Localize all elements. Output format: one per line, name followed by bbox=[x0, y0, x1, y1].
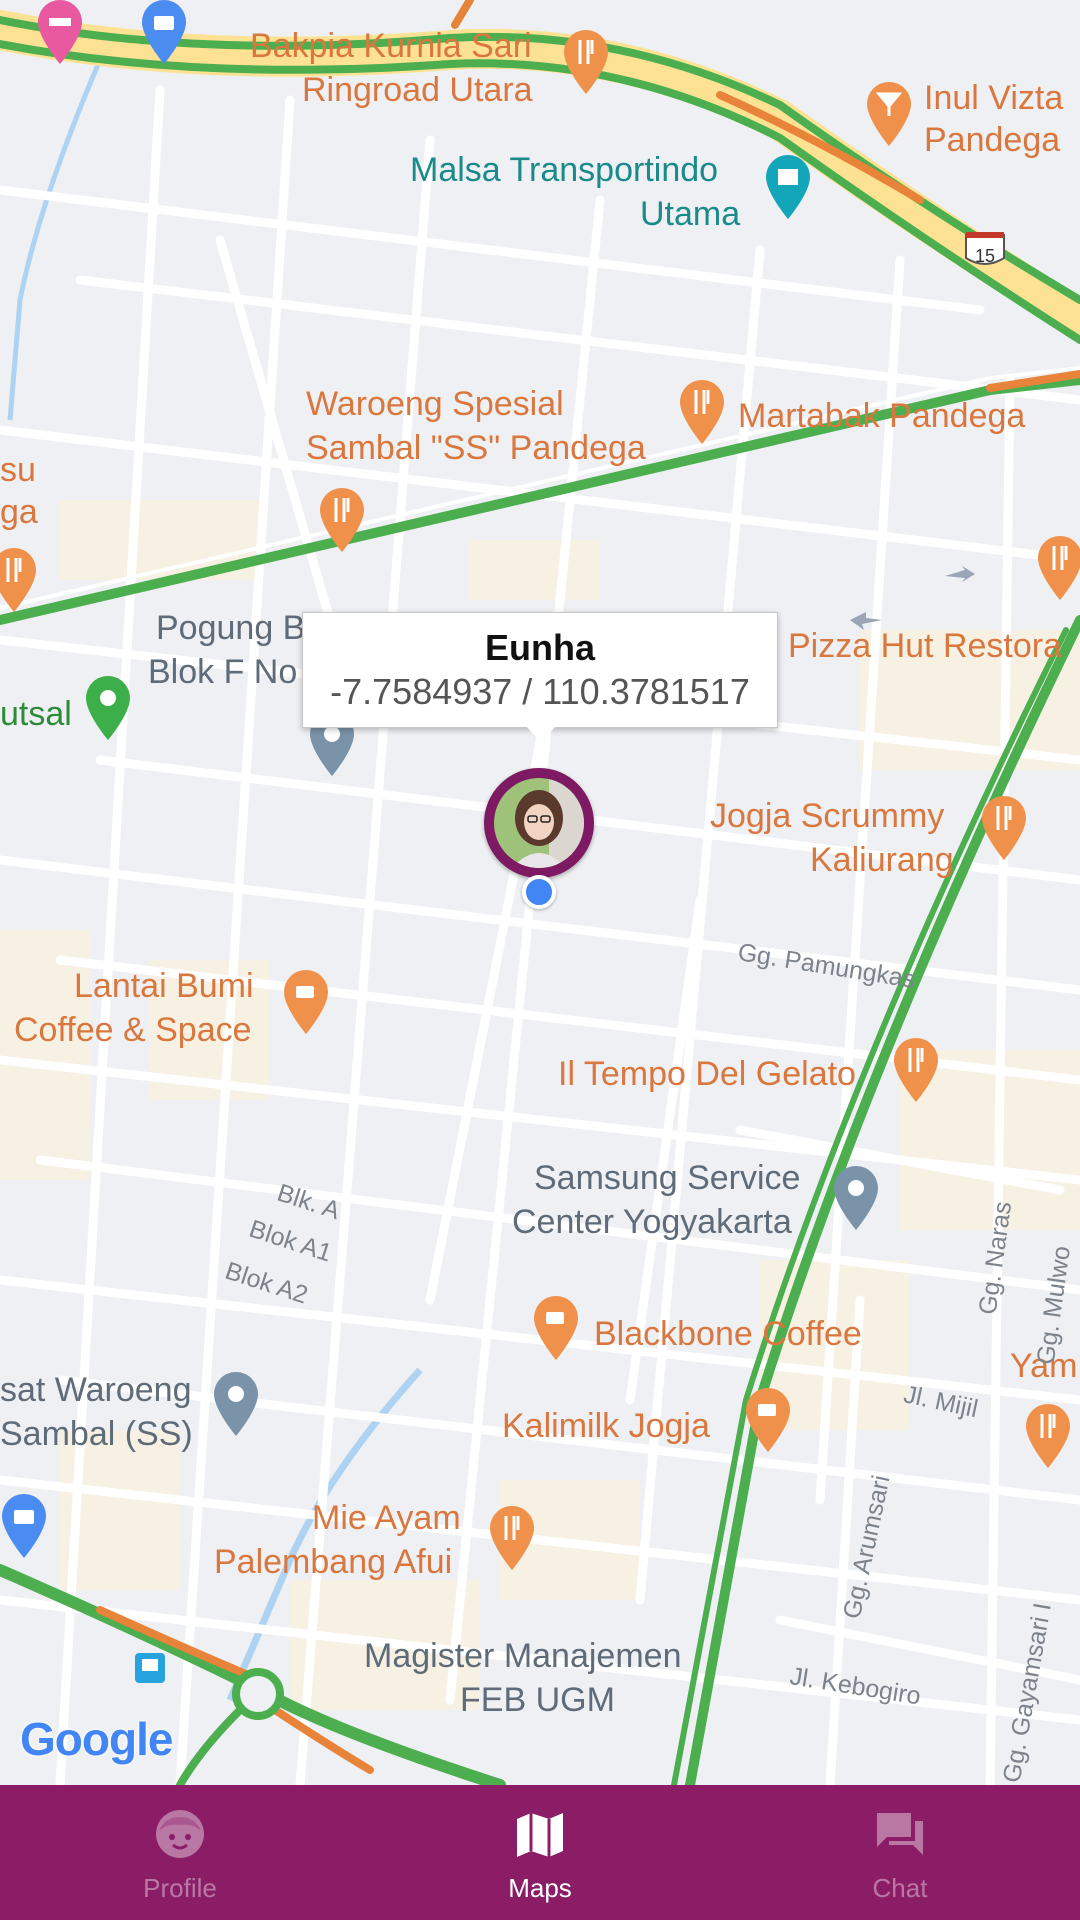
place-pin-icon[interactable] bbox=[212, 1372, 260, 1436]
poi-label[interactable]: Jogja Scrummy bbox=[710, 794, 944, 838]
nav-label-profile: Profile bbox=[143, 1873, 217, 1903]
current-location-dot bbox=[522, 875, 556, 909]
poi-label[interactable]: utsal bbox=[0, 692, 72, 736]
restaurant-pin-icon[interactable] bbox=[562, 30, 610, 94]
restaurant-pin-icon[interactable] bbox=[1036, 536, 1080, 600]
poi-label[interactable]: Ringroad Utara bbox=[302, 68, 533, 112]
poi-label[interactable]: sat Waroeng bbox=[0, 1368, 192, 1412]
restaurant-pin-icon[interactable] bbox=[1024, 1404, 1072, 1468]
user-avatar-marker[interactable] bbox=[484, 768, 594, 878]
marker-coordinates: -7.7584937 / 110.3781517 bbox=[330, 671, 750, 712]
poi-label[interactable]: su bbox=[0, 448, 36, 492]
poi-label[interactable]: Il Tempo Del Gelato bbox=[558, 1052, 856, 1096]
google-logo: Google bbox=[20, 1713, 173, 1765]
park-pin-icon[interactable] bbox=[84, 676, 132, 740]
marker-info-window[interactable]: Eunha -7.7584937 / 110.3781517 bbox=[302, 612, 778, 743]
poi-label[interactable]: Coffee & Space bbox=[14, 1008, 252, 1052]
poi-label[interactable]: Bakpia Kurnia Sari bbox=[250, 24, 532, 68]
bottom-navigation: Profile Maps Chat bbox=[0, 1785, 1080, 1920]
poi-label[interactable]: Samsung Service bbox=[534, 1156, 800, 1200]
poi-label[interactable]: Palembang Afui bbox=[214, 1540, 452, 1584]
cafe-pin-icon[interactable] bbox=[282, 970, 330, 1034]
chat-icon bbox=[877, 1813, 923, 1855]
nav-label-chat: Chat bbox=[872, 1873, 928, 1903]
poi-label[interactable]: Kaliurang bbox=[810, 838, 954, 882]
poi-label[interactable]: Martabak Pandega bbox=[738, 394, 1025, 438]
nav-label-maps: Maps bbox=[508, 1873, 572, 1903]
avatar-photo bbox=[494, 778, 584, 868]
restaurant-pin-icon[interactable] bbox=[0, 548, 38, 612]
poi-label[interactable]: ga bbox=[0, 490, 38, 534]
poi-label[interactable]: Waroeng Spesial bbox=[306, 382, 564, 426]
poi-label[interactable]: Pogung B bbox=[156, 606, 305, 650]
cafe-pin-icon[interactable] bbox=[532, 1296, 580, 1360]
map-icon bbox=[517, 1813, 563, 1857]
bar-pin-icon[interactable] bbox=[865, 82, 913, 146]
nav-item-chat[interactable]: Chat bbox=[720, 1785, 1080, 1920]
restaurant-pin-icon[interactable] bbox=[488, 1506, 536, 1570]
poi-label[interactable]: Lantai Bumi bbox=[74, 964, 254, 1008]
poi-label[interactable]: Sambal (SS) bbox=[0, 1412, 193, 1456]
profile-face-icon bbox=[156, 1810, 204, 1858]
hotel-pin-icon[interactable] bbox=[36, 0, 84, 64]
marker-title: Eunha bbox=[484, 627, 595, 668]
info-window-pointer bbox=[527, 727, 555, 743]
restaurant-pin-icon[interactable] bbox=[892, 1038, 940, 1102]
shopping-pin-icon[interactable] bbox=[0, 1494, 48, 1558]
poi-label[interactable]: Mie Ayam bbox=[312, 1496, 461, 1540]
poi-label[interactable]: Pizza Hut Restora bbox=[788, 624, 1062, 668]
place-pin-icon[interactable] bbox=[832, 1166, 880, 1230]
poi-label[interactable]: Magister Manajemen bbox=[364, 1634, 681, 1678]
nav-item-maps[interactable]: Maps bbox=[360, 1785, 720, 1920]
poi-label[interactable]: Utama bbox=[640, 192, 740, 236]
restaurant-pin-icon[interactable] bbox=[678, 380, 726, 444]
museum-pin-icon[interactable] bbox=[764, 155, 812, 219]
cafe-pin-icon[interactable] bbox=[744, 1388, 792, 1452]
nav-item-profile[interactable]: Profile bbox=[0, 1785, 360, 1920]
shopping-pin-icon[interactable] bbox=[140, 0, 188, 64]
poi-label[interactable]: Blok F No bbox=[148, 650, 297, 694]
restaurant-pin-icon[interactable] bbox=[980, 796, 1028, 860]
poi-label[interactable]: Kalimilk Jogja bbox=[502, 1404, 710, 1448]
poi-label[interactable]: FEB UGM bbox=[460, 1678, 615, 1722]
map-view[interactable]: 15 Bakpia Kurnia Sari Ringroad Utara Inu… bbox=[0, 0, 1080, 1785]
poi-label[interactable]: Inul Vizta bbox=[924, 76, 1063, 120]
poi-label[interactable]: Malsa Transportindo bbox=[410, 148, 718, 192]
poi-label[interactable]: Center Yogyakarta bbox=[512, 1200, 792, 1244]
restaurant-pin-icon[interactable] bbox=[318, 488, 366, 552]
poi-label[interactable]: Sambal "SS" Pandega bbox=[306, 426, 646, 470]
poi-label[interactable]: Blackbone Coffee bbox=[594, 1312, 862, 1356]
poi-label[interactable]: Pandega bbox=[924, 118, 1060, 162]
route-shield-label: 15 bbox=[975, 246, 995, 266]
